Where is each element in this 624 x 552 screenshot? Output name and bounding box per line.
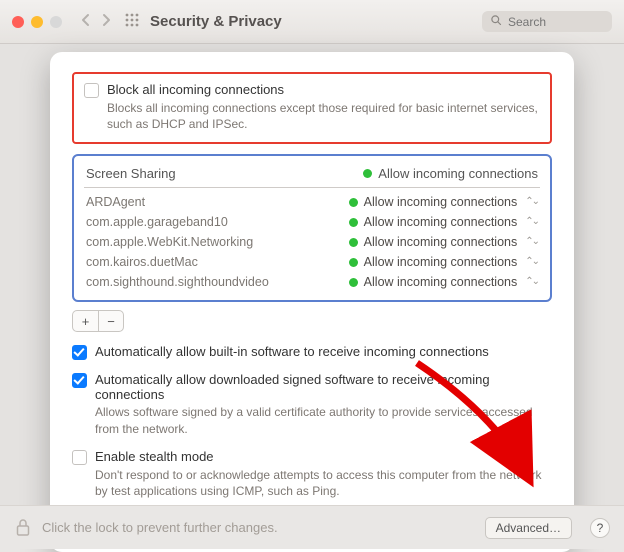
minimize-window-button[interactable] — [31, 16, 43, 28]
auto-builtin-label: Automatically allow built-in software to… — [95, 344, 489, 359]
chevron-up-down-icon[interactable]: ⌃⌄ — [525, 277, 538, 287]
app-name: com.sighthound.sighthoundvideo — [86, 275, 349, 289]
bottom-bar: Click the lock to prevent further change… — [0, 505, 624, 549]
status-dot-icon — [349, 258, 358, 267]
app-list-row[interactable]: com.sighthound.sighthoundvideo Allow inco… — [84, 272, 540, 292]
block-all-section: Block all incoming connections Blocks al… — [72, 72, 552, 144]
app-status: Allow incoming connections — [364, 275, 518, 289]
status-dot-icon — [349, 278, 358, 287]
app-name: com.apple.WebKit.Networking — [86, 235, 349, 249]
help-button-window[interactable]: ? — [590, 518, 610, 538]
search-field[interactable] — [482, 11, 612, 32]
lock-text: Click the lock to prevent further change… — [42, 520, 278, 535]
app-list-row[interactable]: ARDAgent Allow incoming connections ⌃⌄ — [84, 192, 540, 212]
window-title: Security & Privacy — [150, 13, 282, 30]
add-remove-buttons: + − — [72, 310, 552, 332]
auto-signed-desc: Allows software signed by a valid certif… — [95, 404, 552, 436]
chevron-up-down-icon[interactable]: ⌃⌄ — [525, 257, 538, 267]
header-status: Allow incoming connections — [378, 166, 538, 181]
stealth-desc: Don't respond to or acknowledge attempts… — [95, 467, 552, 499]
show-all-icon[interactable] — [124, 12, 140, 31]
status-dot-icon — [349, 238, 358, 247]
zoom-window-button[interactable] — [50, 16, 62, 28]
search-input[interactable] — [508, 15, 598, 29]
stealth-checkbox[interactable] — [72, 450, 87, 465]
status-dot-icon — [349, 198, 358, 207]
app-list-row[interactable]: com.kairos.duetMac Allow incoming connect… — [84, 252, 540, 272]
app-status: Allow incoming connections — [364, 255, 518, 269]
app-status: Allow incoming connections — [364, 215, 518, 229]
status-dot-icon — [363, 169, 372, 178]
app-name: com.apple.garageband10 — [86, 215, 349, 229]
add-app-button[interactable]: + — [72, 310, 98, 332]
app-list-row[interactable]: com.apple.WebKit.Networking Allow incomin… — [84, 232, 540, 252]
advanced-button[interactable]: Advanced… — [485, 517, 572, 539]
firewall-options-sheet: Block all incoming connections Blocks al… — [50, 52, 574, 552]
back-icon[interactable] — [78, 12, 94, 31]
search-icon — [490, 14, 502, 29]
auto-signed-checkbox[interactable] — [72, 373, 87, 388]
app-list-row[interactable]: com.apple.garageband10 Allow incoming con… — [84, 212, 540, 232]
window-toolbar: Security & Privacy — [0, 0, 624, 44]
lock-icon[interactable] — [14, 517, 32, 539]
app-name: ARDAgent — [86, 195, 349, 209]
chevron-up-down-icon[interactable]: ⌃⌄ — [525, 217, 538, 227]
stealth-label: Enable stealth mode — [95, 449, 214, 464]
forward-icon[interactable] — [98, 12, 114, 31]
auto-signed-label: Automatically allow downloaded signed so… — [95, 372, 552, 402]
header-name: Screen Sharing — [86, 166, 363, 181]
status-dot-icon — [349, 218, 358, 227]
chevron-up-down-icon[interactable]: ⌃⌄ — [525, 197, 538, 207]
auto-builtin-checkbox[interactable] — [72, 345, 87, 360]
block-all-checkbox[interactable] — [84, 83, 99, 98]
traffic-lights — [12, 16, 62, 28]
block-all-label: Block all incoming connections — [107, 82, 284, 97]
chevron-up-down-icon[interactable]: ⌃⌄ — [525, 237, 538, 247]
block-all-desc: Blocks all incoming connections except t… — [107, 100, 540, 132]
nav-back-forward — [78, 12, 114, 31]
app-name: com.kairos.duetMac — [86, 255, 349, 269]
app-list-section: Screen Sharing Allow incoming connection… — [72, 154, 552, 302]
app-list-header: Screen Sharing Allow incoming connection… — [84, 162, 540, 185]
app-status: Allow incoming connections — [364, 235, 518, 249]
remove-app-button[interactable]: − — [98, 310, 124, 332]
close-window-button[interactable] — [12, 16, 24, 28]
app-status: Allow incoming connections — [364, 195, 518, 209]
